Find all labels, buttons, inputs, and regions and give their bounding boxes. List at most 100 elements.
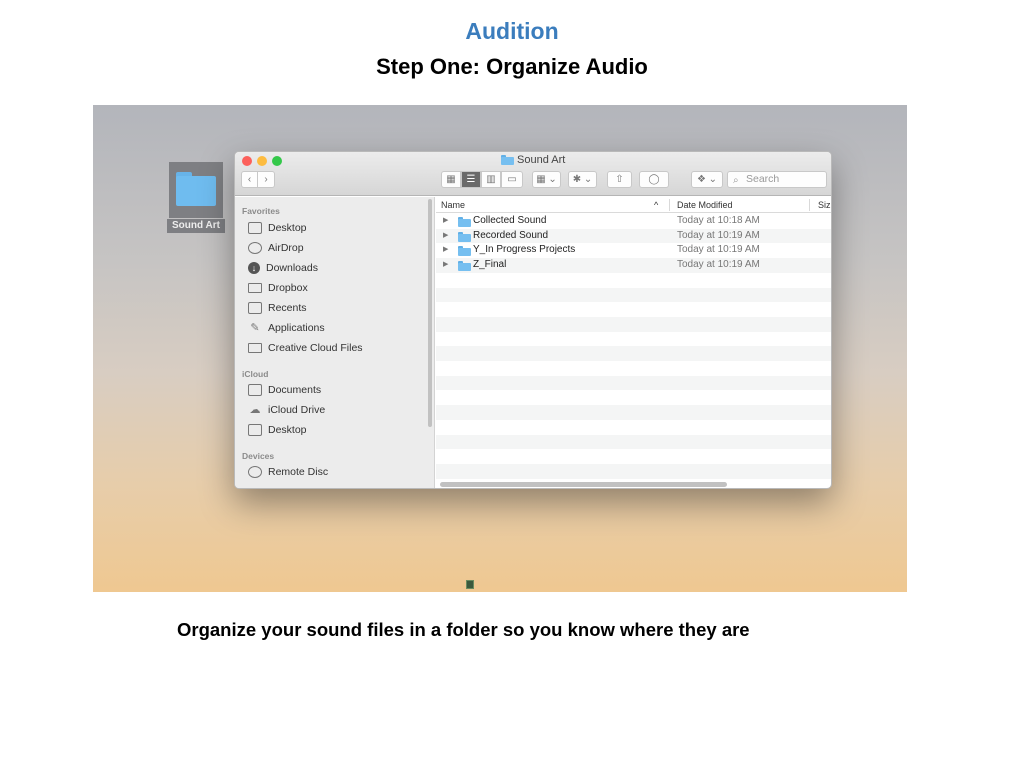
column-view-button[interactable]: ▥ bbox=[481, 171, 501, 188]
sidebar-item-remote-disc[interactable]: Remote Disc bbox=[248, 463, 328, 481]
sidebar-section-devices: Devices bbox=[242, 451, 275, 461]
sidebar-item-airdrop[interactable]: AirDrop bbox=[248, 239, 304, 257]
file-list: Name ^ Date Modified Siz ▶ Collected Soun… bbox=[436, 197, 831, 488]
sidebar-item-desktop[interactable]: Desktop bbox=[248, 219, 307, 237]
downloads-icon: ↓ bbox=[248, 262, 260, 274]
sidebar-item-label: iCloud Drive bbox=[268, 404, 326, 416]
file-row[interactable]: ▶ Recorded Sound Today at 10:19 AM bbox=[436, 228, 831, 244]
column-name-header[interactable]: Name bbox=[441, 200, 465, 210]
empty-row bbox=[436, 434, 831, 450]
file-date: Today at 10:19 AM bbox=[677, 244, 760, 256]
file-date: Today at 10:18 AM bbox=[677, 215, 760, 226]
tag-button[interactable]: ◯ bbox=[639, 171, 669, 188]
empty-row bbox=[436, 463, 831, 479]
close-button[interactable] bbox=[242, 156, 252, 166]
sidebar-item-label: Remote Disc bbox=[268, 466, 329, 478]
finder-window: Sound Art ‹ › ▦ ☰ ▥ ▭ ▦ ⌄ ✱ ⌄ ⇧ ◯ ❖ ⌄ ⌕ S… bbox=[234, 151, 832, 489]
window-title-text: Sound Art bbox=[517, 154, 566, 166]
desktop-icon bbox=[248, 424, 262, 436]
sidebar-scrollbar[interactable] bbox=[428, 199, 432, 427]
sidebar-item-label: Dropbox bbox=[268, 282, 308, 294]
disc-icon bbox=[248, 466, 262, 478]
empty-row bbox=[436, 273, 831, 288]
empty-row bbox=[436, 287, 831, 303]
folder-icon bbox=[248, 283, 262, 293]
recents-icon bbox=[248, 302, 262, 314]
file-row[interactable]: ▶ Z_Final Today at 10:19 AM bbox=[436, 258, 831, 273]
column-size-header[interactable]: Siz bbox=[818, 200, 831, 210]
file-name: Z_Final bbox=[473, 259, 507, 271]
desktop-icon bbox=[248, 222, 262, 234]
action-gear-button[interactable]: ✱ ⌄ bbox=[568, 171, 597, 188]
forward-button[interactable]: › bbox=[258, 171, 275, 188]
disclosure-triangle-icon[interactable]: ▶ bbox=[443, 245, 448, 253]
desktop-screenshot: Sound Art Sound Art ‹ › ▦ ☰ ▥ ▭ ▦ ⌄ ✱ ⌄ … bbox=[93, 105, 907, 592]
sidebar-section-favorites: Favorites bbox=[242, 206, 280, 216]
empty-row bbox=[436, 405, 831, 420]
folder-icon bbox=[458, 261, 471, 272]
sidebar-section-icloud: iCloud bbox=[242, 369, 269, 379]
back-button[interactable]: ‹ bbox=[241, 171, 258, 188]
gallery-view-button[interactable]: ▭ bbox=[501, 171, 523, 188]
file-name: Y_In Progress Projects bbox=[473, 244, 576, 256]
empty-row bbox=[436, 420, 831, 435]
icon-view-button[interactable]: ▦ bbox=[441, 171, 461, 188]
folder-icon bbox=[176, 172, 216, 206]
sidebar-item-downloads[interactable]: ↓ Downloads bbox=[248, 259, 318, 277]
desktop-folder-icon[interactable] bbox=[169, 162, 223, 218]
disclosure-triangle-icon[interactable]: ▶ bbox=[443, 231, 448, 239]
desktop-folder-label[interactable]: Sound Art bbox=[167, 219, 225, 233]
airdrop-icon bbox=[248, 242, 262, 254]
slide-subtitle: Step One: Organize Audio bbox=[376, 54, 648, 79]
sidebar-item-documents[interactable]: Documents bbox=[248, 381, 321, 399]
arrange-button[interactable]: ▦ ⌄ bbox=[532, 171, 561, 188]
file-row[interactable]: ▶ Collected Sound Today at 10:18 AM bbox=[436, 214, 831, 229]
empty-row bbox=[436, 316, 831, 332]
sort-chevron-icon: ^ bbox=[654, 200, 659, 210]
sidebar-item-label: Applications bbox=[268, 322, 325, 334]
documents-icon bbox=[248, 384, 262, 396]
search-input[interactable]: ⌕ Search bbox=[727, 171, 827, 188]
app-icon[interactable] bbox=[466, 580, 474, 589]
sidebar-item-label: Recents bbox=[268, 302, 307, 314]
list-view-button[interactable]: ☰ bbox=[461, 171, 481, 188]
file-name: Recorded Sound bbox=[473, 229, 549, 241]
empty-row bbox=[436, 332, 831, 347]
slide-title: Audition bbox=[465, 18, 559, 44]
sidebar-item-dropbox[interactable]: Dropbox bbox=[248, 279, 308, 297]
empty-row bbox=[436, 361, 831, 376]
slide-caption: Organize your sound files in a folder so… bbox=[177, 619, 750, 640]
search-placeholder: Search bbox=[746, 173, 780, 185]
sidebar-item-icloud-drive[interactable]: ☁ iCloud Drive bbox=[248, 401, 326, 419]
sidebar-item-label: Creative Cloud Files bbox=[268, 342, 363, 354]
folder-icon bbox=[248, 343, 262, 353]
disclosure-triangle-icon[interactable]: ▶ bbox=[443, 216, 448, 224]
file-name: Collected Sound bbox=[473, 215, 547, 226]
zoom-button[interactable] bbox=[272, 156, 282, 166]
cloud-icon: ☁ bbox=[249, 404, 261, 416]
sidebar-item-label: Downloads bbox=[266, 262, 318, 274]
dropbox-button[interactable]: ❖ ⌄ bbox=[691, 171, 723, 188]
sidebar-item-icloud-desktop[interactable]: Desktop bbox=[248, 421, 307, 439]
search-icon: ⌕ bbox=[733, 175, 739, 186]
sidebar-item-applications[interactable]: ✎ Applications bbox=[248, 319, 325, 337]
sidebar-item-label: Desktop bbox=[268, 424, 307, 436]
column-date-header[interactable]: Date Modified bbox=[677, 200, 733, 210]
empty-row bbox=[436, 375, 831, 391]
horizontal-scrollbar[interactable] bbox=[440, 482, 727, 487]
column-header: Name ^ Date Modified Siz bbox=[436, 197, 831, 213]
minimize-button[interactable] bbox=[257, 156, 267, 166]
sidebar-item-label: Documents bbox=[268, 384, 322, 396]
folder-icon bbox=[458, 246, 471, 257]
file-date: Today at 10:19 AM bbox=[677, 259, 760, 271]
file-row[interactable]: ▶ Y_In Progress Projects Today at 10:19 AM bbox=[436, 243, 831, 258]
share-button[interactable]: ⇧ bbox=[607, 171, 632, 188]
empty-row bbox=[436, 390, 831, 405]
empty-row bbox=[436, 346, 831, 361]
disclosure-triangle-icon[interactable]: ▶ bbox=[443, 260, 448, 268]
finder-toolbar: Sound Art ‹ › ▦ ☰ ▥ ▭ ▦ ⌄ ✱ ⌄ ⇧ ◯ ❖ ⌄ ⌕ S… bbox=[235, 152, 831, 196]
sidebar-item-creative-cloud-files[interactable]: Creative Cloud Files bbox=[248, 339, 363, 357]
folder-icon bbox=[458, 231, 471, 242]
sidebar-item-recents[interactable]: Recents bbox=[248, 299, 307, 317]
sidebar-item-label: AirDrop bbox=[268, 242, 304, 254]
